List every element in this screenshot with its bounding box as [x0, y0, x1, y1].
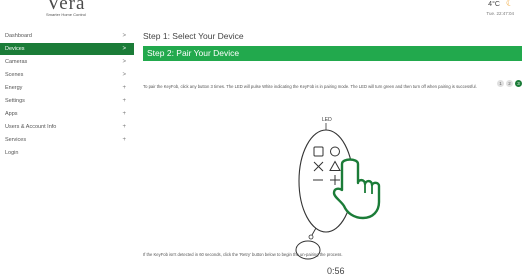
- sidebar-item-label: Users & Account Info: [5, 124, 57, 130]
- sidebar: Dashboard > Devices > Cameras > Scenes > Ene…: [0, 30, 134, 160]
- sidebar-item-label: Login: [5, 150, 19, 156]
- sidebar-item-settings[interactable]: Settings +: [0, 95, 134, 108]
- pairing-instructions: To pair the KeyFob, click any button 3 t…: [143, 84, 477, 89]
- chevron-right-icon: >: [122, 72, 126, 78]
- chevron-right-icon: >: [122, 59, 126, 65]
- date-time: Tue. 22:47:04: [486, 11, 514, 16]
- sidebar-item-label: Scenes: [5, 72, 24, 78]
- sidebar-item-label: Settings: [5, 98, 25, 104]
- logo-text: Vera: [46, 0, 86, 14]
- step1-title[interactable]: Step 1: Select Your Device: [143, 30, 522, 44]
- plus-icon: +: [122, 124, 126, 130]
- sidebar-item-login[interactable]: Login: [0, 147, 134, 160]
- sidebar-item-label: Services: [5, 137, 27, 143]
- chevron-right-icon: >: [122, 33, 126, 39]
- sidebar-item-energy[interactable]: Energy +: [0, 82, 134, 95]
- countdown-timer: 0:56: [327, 266, 345, 276]
- temperature: 4°C: [488, 1, 500, 8]
- vera-logo[interactable]: Vera Smarter Home Control: [6, 0, 126, 22]
- plus-icon: +: [122, 111, 126, 117]
- sidebar-item-label: Cameras: [5, 59, 28, 65]
- led-label: LED: [322, 117, 332, 123]
- sidebar-item-dashboard[interactable]: Dashboard >: [0, 30, 134, 43]
- sidebar-item-label: Devices: [5, 46, 25, 52]
- weather-widget: 4°C ☾ Tue. 22:47:04: [486, 0, 514, 16]
- moon-icon: ☾: [505, 0, 514, 8]
- plus-icon: +: [122, 137, 126, 143]
- main-content: Step 1: Select Your Device Step 2: Pair …: [143, 30, 522, 276]
- sidebar-item-label: Dashboard: [5, 33, 32, 39]
- sidebar-item-services[interactable]: Services +: [0, 134, 134, 147]
- logo-tagline: Smarter Home Control: [45, 12, 86, 17]
- chevron-right-icon: >: [122, 46, 126, 52]
- sidebar-item-cameras[interactable]: Cameras >: [0, 56, 134, 69]
- plus-icon: +: [122, 98, 126, 104]
- sidebar-item-users-account[interactable]: Users & Account Info +: [0, 121, 134, 134]
- step2-title: Step 2: Pair Your Device: [143, 46, 522, 61]
- sidebar-item-scenes[interactable]: Scenes >: [0, 69, 134, 82]
- header: Vera Smarter Home Control 4°C ☾ Tue. 22:4…: [0, 0, 522, 24]
- sidebar-item-devices[interactable]: Devices >: [0, 43, 134, 56]
- sidebar-item-label: Apps: [5, 111, 18, 117]
- plus-icon: +: [122, 85, 126, 91]
- sidebar-item-apps[interactable]: Apps +: [0, 108, 134, 121]
- keyfob-illustration: LED: [295, 117, 381, 260]
- retry-instructions: If the KeyFob isn't detected in 60 secon…: [143, 252, 343, 257]
- sidebar-item-label: Energy: [5, 85, 23, 91]
